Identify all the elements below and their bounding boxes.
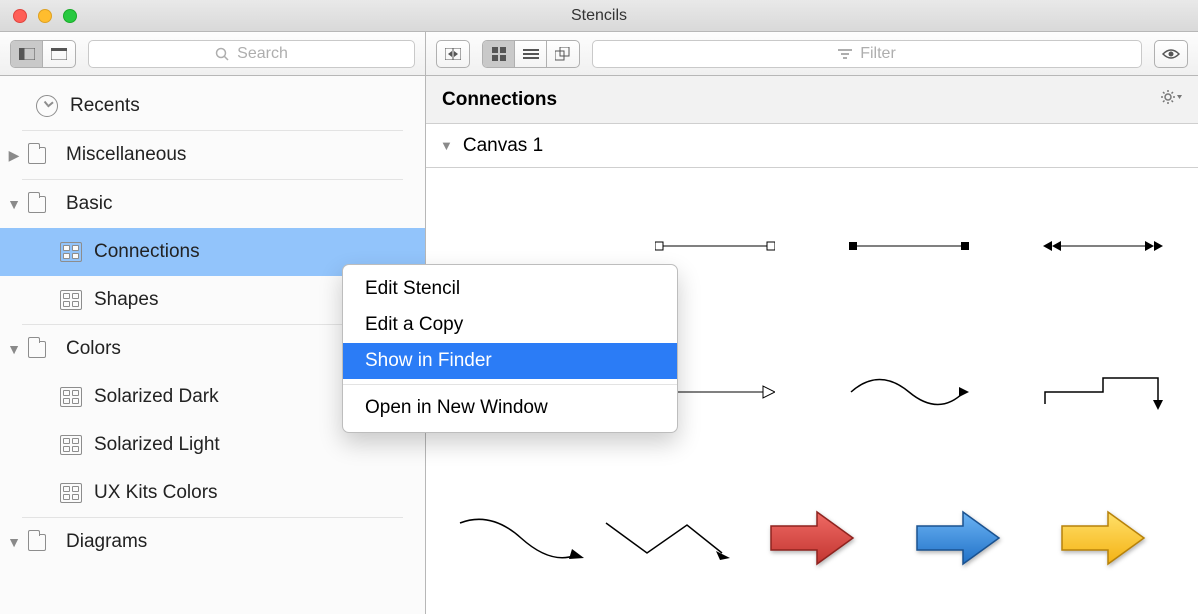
- grid-view-button[interactable]: [483, 41, 515, 67]
- sidebar-recents[interactable]: Recents: [0, 82, 425, 130]
- close-button[interactable]: [13, 9, 27, 23]
- pane-full-icon: [51, 48, 67, 60]
- connector-step-arrow[interactable]: [1038, 364, 1168, 420]
- sidebar-pane-full-button[interactable]: [43, 41, 75, 67]
- fat-arrow-blue[interactable]: [893, 510, 1023, 566]
- connector-sine-arrow[interactable]: [844, 364, 974, 420]
- sidebar-item-label: Colors: [66, 338, 121, 360]
- sidebar-layout-toggle: [10, 40, 76, 68]
- sidebar-item-label: Miscellaneous: [66, 144, 186, 166]
- pane-left-icon: [19, 48, 35, 60]
- sidebar-item-label: Shapes: [94, 289, 158, 311]
- traffic-lights: [0, 9, 77, 23]
- zoom-button[interactable]: [63, 9, 77, 23]
- ctx-edit-stencil[interactable]: Edit Stencil: [343, 271, 677, 307]
- gear-icon: [1160, 89, 1182, 105]
- connector-square-solid-ends[interactable]: [844, 218, 974, 274]
- connector-wave-curve-arrow[interactable]: [456, 510, 586, 566]
- folder-icon: [28, 147, 46, 164]
- disclosure-down-icon[interactable]: ▼: [440, 138, 453, 153]
- folder-icon: [28, 341, 46, 358]
- sidebar-item-label: Recents: [70, 95, 140, 117]
- sidebar-item-label: Connections: [94, 241, 200, 263]
- ctx-edit-a-copy[interactable]: Edit a Copy: [343, 307, 677, 343]
- disclosure-down-icon[interactable]: ▼: [6, 534, 22, 550]
- list-view-button[interactable]: [515, 41, 547, 67]
- sidebar-item-label: Solarized Dark: [94, 386, 219, 408]
- sidebar-group-diagrams[interactable]: ▼ Diagrams: [0, 518, 425, 566]
- search-icon: [215, 47, 229, 61]
- eye-icon: [1162, 48, 1180, 60]
- stencil-icon: [60, 387, 82, 407]
- canvas-header[interactable]: ▼ Canvas 1: [426, 124, 1198, 168]
- detail-icon: [555, 47, 571, 61]
- stencil-icon: [60, 435, 82, 455]
- sidebar-pane-left-button[interactable]: [11, 41, 43, 67]
- sidebar-collapse-button[interactable]: [436, 40, 470, 68]
- filter-placeholder: Filter: [860, 45, 896, 63]
- filter-icon: [838, 48, 852, 60]
- disclosure-down-icon[interactable]: ▼: [6, 196, 22, 212]
- sidebar-search[interactable]: Search: [88, 40, 415, 68]
- ctx-separator: [343, 384, 677, 385]
- connector-zigzag-arrow[interactable]: [602, 510, 732, 566]
- search-placeholder: Search: [237, 45, 288, 63]
- canvas-title: Canvas 1: [463, 135, 543, 157]
- view-mode-toggle: [482, 40, 580, 68]
- minimize-button[interactable]: [38, 9, 52, 23]
- sidebar-item-label: Basic: [66, 193, 112, 215]
- visibility-button[interactable]: [1154, 40, 1188, 68]
- settings-gear-button[interactable]: [1160, 89, 1182, 111]
- window-title: Stencils: [0, 7, 1198, 25]
- filter-input[interactable]: Filter: [592, 40, 1142, 68]
- connector-double-arrows[interactable]: [1038, 218, 1168, 274]
- sidebar-item-ux-kits-colors[interactable]: UX Kits Colors: [0, 469, 425, 517]
- section-header: Connections: [426, 76, 1198, 124]
- sidebar-item-label: UX Kits Colors: [94, 482, 218, 504]
- fat-arrow-yellow[interactable]: [1038, 510, 1168, 566]
- sidebar-item-label: Solarized Light: [94, 434, 220, 456]
- stencil-icon: [60, 483, 82, 503]
- section-title: Connections: [442, 89, 557, 111]
- disclosure-right-icon[interactable]: ▶: [6, 147, 22, 164]
- titlebar: Stencils: [0, 0, 1198, 32]
- ctx-show-in-finder[interactable]: Show in Finder: [343, 343, 677, 379]
- stencil-icon: [60, 242, 82, 262]
- sidebar-group-basic[interactable]: ▼ Basic: [0, 180, 425, 228]
- fat-arrow-red[interactable]: [747, 510, 877, 566]
- clock-icon: [36, 95, 58, 117]
- disclosure-down-icon[interactable]: ▼: [6, 341, 22, 357]
- ctx-open-in-new-window[interactable]: Open in New Window: [343, 390, 677, 426]
- sidebar-group-miscellaneous[interactable]: ▶ Miscellaneous: [0, 131, 425, 179]
- folder-icon: [28, 534, 46, 551]
- grid-icon: [492, 47, 506, 61]
- sidebar-item-label: Diagrams: [66, 531, 147, 553]
- context-menu: Edit Stencil Edit a Copy Show in Finder …: [342, 264, 678, 433]
- list-icon: [523, 48, 539, 60]
- folder-icon: [28, 196, 46, 213]
- pane-split-icon: [445, 48, 461, 60]
- detail-view-button[interactable]: [547, 41, 579, 67]
- stencil-icon: [60, 290, 82, 310]
